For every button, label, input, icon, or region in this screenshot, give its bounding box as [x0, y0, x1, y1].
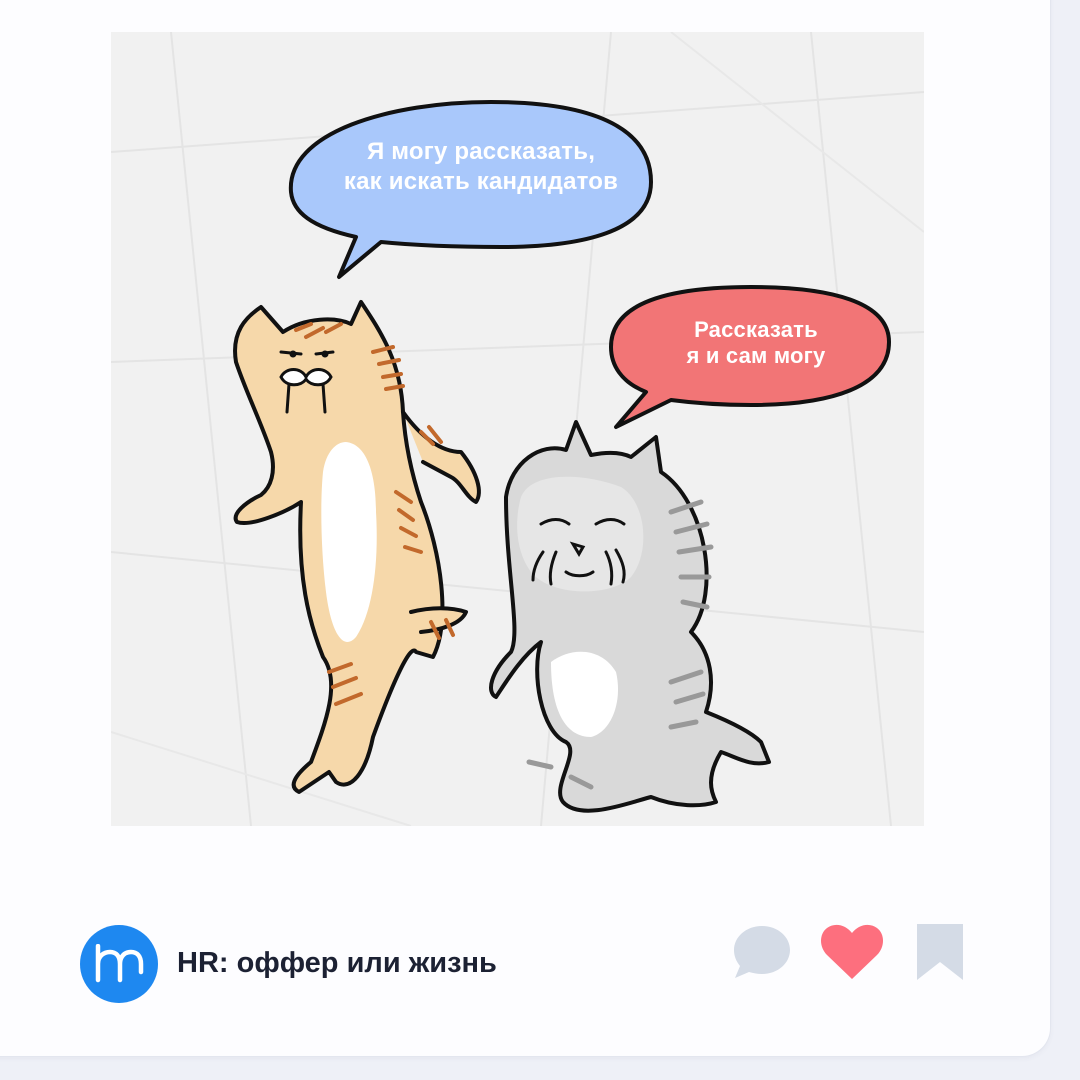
bubble-bottom-text: Рассказать я и сам могу [611, 317, 901, 369]
hr-logo-icon [95, 944, 144, 983]
channel-avatar[interactable] [80, 925, 158, 1003]
cats-illustration: Я могу рассказать, как искать кандидатов… [111, 32, 924, 826]
post-image[interactable]: Я могу рассказать, как искать кандидатов… [111, 32, 924, 826]
bubble-bottom-line2: я и сам могу [686, 343, 826, 368]
heart-icon [821, 924, 883, 979]
bubble-top-line1: Я могу рассказать, [366, 138, 596, 165]
bookmark-button[interactable] [907, 919, 973, 985]
channel-name[interactable]: HR: оффер или жизнь [177, 947, 497, 980]
like-button[interactable] [819, 919, 885, 985]
bubble-top-text: Я могу рассказать, как искать кандидатов [301, 137, 661, 197]
comment-icon [734, 926, 790, 978]
bubble-bottom-line1: Рассказать [694, 317, 818, 342]
bubble-top-line2: как искать кандидатов [343, 168, 619, 195]
post-footer: HR: оффер или жизнь [80, 924, 1020, 1005]
bookmark-icon [917, 924, 963, 980]
comment-button[interactable] [729, 919, 795, 985]
